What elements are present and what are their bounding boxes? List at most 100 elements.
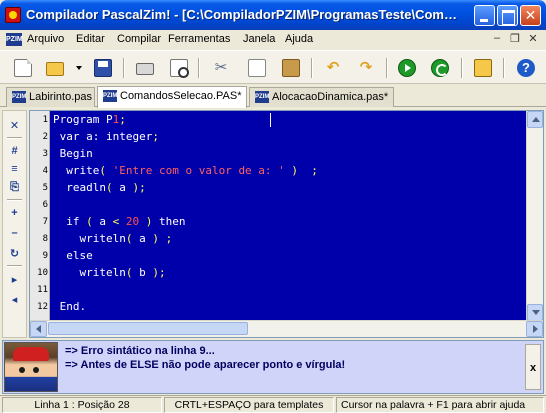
- line-number: 9: [42, 251, 48, 261]
- settings-icon[interactable]: [474, 59, 492, 77]
- tab-label: Labirinto.pas: [29, 91, 92, 103]
- error-message-line: => Antes de ELSE não pode aparecer ponto…: [65, 359, 346, 371]
- maximize-button[interactable]: [497, 5, 518, 26]
- pascal-file-icon: PZIM: [255, 91, 269, 103]
- undo-icon[interactable]: ↶: [324, 59, 342, 77]
- close-button[interactable]: ✕: [520, 5, 541, 26]
- line-number: 1: [42, 115, 48, 125]
- scroll-thumb[interactable]: [48, 322, 248, 335]
- text-cursor: [270, 113, 271, 127]
- line-number: 12: [37, 302, 48, 312]
- title-bar: Compilador PascalZim! - [C:\CompiladorPZ…: [0, 0, 546, 30]
- line-number: 2: [42, 132, 48, 142]
- window-icon[interactable]: ⎘: [3, 181, 26, 194]
- close-messages-button[interactable]: x: [525, 344, 541, 390]
- redo-icon[interactable]: ↷: [357, 59, 375, 77]
- toolbar-separator: [123, 58, 125, 78]
- print-icon[interactable]: [136, 63, 154, 75]
- menu-ajuda[interactable]: Ajuda: [285, 33, 313, 45]
- menu-arquivo[interactable]: Arquivo: [27, 33, 64, 45]
- mdi-close-button[interactable]: ✕: [526, 32, 540, 46]
- side-toolbar: ✕ # ≡ ⎘ + – ↻ ▸ ◂: [2, 110, 27, 338]
- error-message-line: => Erro sintático na linha 9...: [65, 345, 215, 357]
- print-preview-icon[interactable]: [170, 59, 189, 78]
- templates-hint: CRTL+ESPAÇO para templates: [164, 397, 334, 413]
- code-editor[interactable]: 1 2 3 4 5 6 7 8 9 10 11 12 Program P1; v…: [29, 110, 544, 338]
- help-icon[interactable]: ?: [517, 59, 535, 77]
- line-number: 3: [42, 149, 48, 159]
- dropdown-arrow-icon[interactable]: [75, 59, 83, 77]
- close-panel-icon[interactable]: ✕: [3, 119, 26, 132]
- line-number: 4: [42, 166, 48, 176]
- app-logo-icon[interactable]: [5, 7, 21, 23]
- scroll-down-icon[interactable]: [527, 304, 543, 321]
- mdi-restore-button[interactable]: ❐: [508, 32, 522, 46]
- code-line: Program P1;: [53, 113, 126, 126]
- window-title: Compilador PascalZim! - [C:\CompiladorPZ…: [26, 7, 462, 22]
- code-line: Begin: [53, 147, 93, 160]
- code-line: var a: integer;: [53, 130, 159, 143]
- cut-icon[interactable]: ✂: [212, 59, 230, 77]
- code-area[interactable]: Program P1; var a: integer; Begin write(…: [53, 111, 528, 321]
- zoom-out-icon[interactable]: –: [3, 227, 26, 239]
- line-number: 8: [42, 234, 48, 244]
- zoom-in-icon[interactable]: +: [3, 207, 26, 219]
- vertical-scrollbar[interactable]: [526, 111, 543, 321]
- help-hint: Cursor na palavra + F1 para abrir ajuda: [336, 397, 544, 413]
- line-number: 6: [42, 200, 48, 210]
- line-number-gutter: 1 2 3 4 5 6 7 8 9 10 11 12: [30, 111, 50, 321]
- message-panel: => Erro sintático na linha 9... => Antes…: [2, 340, 544, 394]
- menu-editar[interactable]: Editar: [76, 33, 105, 45]
- save-icon[interactable]: [94, 59, 112, 77]
- close-icon: ✕: [524, 7, 537, 23]
- toolbar-separator: [386, 58, 388, 78]
- toolbar-separator: [311, 58, 313, 78]
- tab-alocacaodinamica[interactable]: PZIM AlocacaoDinamica.pas*: [249, 87, 394, 107]
- expand-icon[interactable]: ▸: [3, 273, 26, 286]
- copy-icon[interactable]: [248, 59, 266, 77]
- line-number: 10: [37, 268, 48, 278]
- menu-ferramentas[interactable]: Ferramentas: [168, 33, 230, 45]
- document-tabs: PZIM Labirinto.pas PZIM ComandosSelecao.…: [0, 85, 546, 108]
- toolbar-separator: [461, 58, 463, 78]
- tab-labirinto[interactable]: PZIM Labirinto.pas: [6, 87, 95, 107]
- pascal-file-icon: PZIM: [12, 91, 26, 103]
- toolbar-separator: [198, 58, 200, 78]
- code-line: readln( a );: [53, 181, 146, 194]
- horizontal-scrollbar[interactable]: [30, 320, 543, 337]
- tab-label: AlocacaoDinamica.pas*: [272, 91, 389, 103]
- scroll-left-icon[interactable]: [30, 321, 47, 337]
- run-icon[interactable]: [398, 59, 416, 77]
- pascal-file-icon: PZIM: [103, 90, 117, 102]
- hash-icon[interactable]: #: [3, 145, 26, 157]
- code-line: writeln( b );: [53, 266, 166, 279]
- code-line: else: [53, 249, 93, 262]
- document-system-icon[interactable]: PZIM: [6, 33, 23, 46]
- tab-label: ComandosSelecao.PAS*: [120, 90, 242, 102]
- line-number: 7: [42, 217, 48, 227]
- code-line: End.: [53, 300, 87, 313]
- scroll-up-icon[interactable]: [527, 111, 543, 128]
- menu-bar: PZIM Arquivo Editar Compilar Ferramentas…: [0, 30, 546, 49]
- collapse-icon[interactable]: ◂: [3, 293, 26, 306]
- line-number: 5: [42, 183, 48, 193]
- menu-janela[interactable]: Janela: [243, 33, 275, 45]
- step-icon[interactable]: [431, 59, 449, 77]
- side-separator: [7, 137, 22, 139]
- code-line: if ( a < 20 ) then: [53, 215, 186, 228]
- minimize-button[interactable]: [474, 5, 495, 26]
- tab-comandosselecao[interactable]: PZIM ComandosSelecao.PAS*: [97, 86, 247, 108]
- new-file-icon[interactable]: [14, 59, 32, 77]
- open-folder-icon[interactable]: [46, 62, 64, 76]
- lines-icon[interactable]: ≡: [3, 163, 26, 175]
- mdi-minimize-button[interactable]: –: [490, 32, 504, 46]
- cursor-position: Linha 1 : Posição 28: [2, 397, 162, 413]
- menu-compilar[interactable]: Compilar: [117, 33, 161, 45]
- toolbar-separator: [503, 58, 505, 78]
- refresh-icon[interactable]: ↻: [3, 247, 26, 260]
- paste-icon[interactable]: [282, 59, 300, 77]
- assistant-avatar: [4, 342, 58, 392]
- side-separator: [7, 199, 22, 201]
- code-line: writeln( a ) ;: [53, 232, 173, 245]
- scroll-right-icon[interactable]: [526, 321, 543, 337]
